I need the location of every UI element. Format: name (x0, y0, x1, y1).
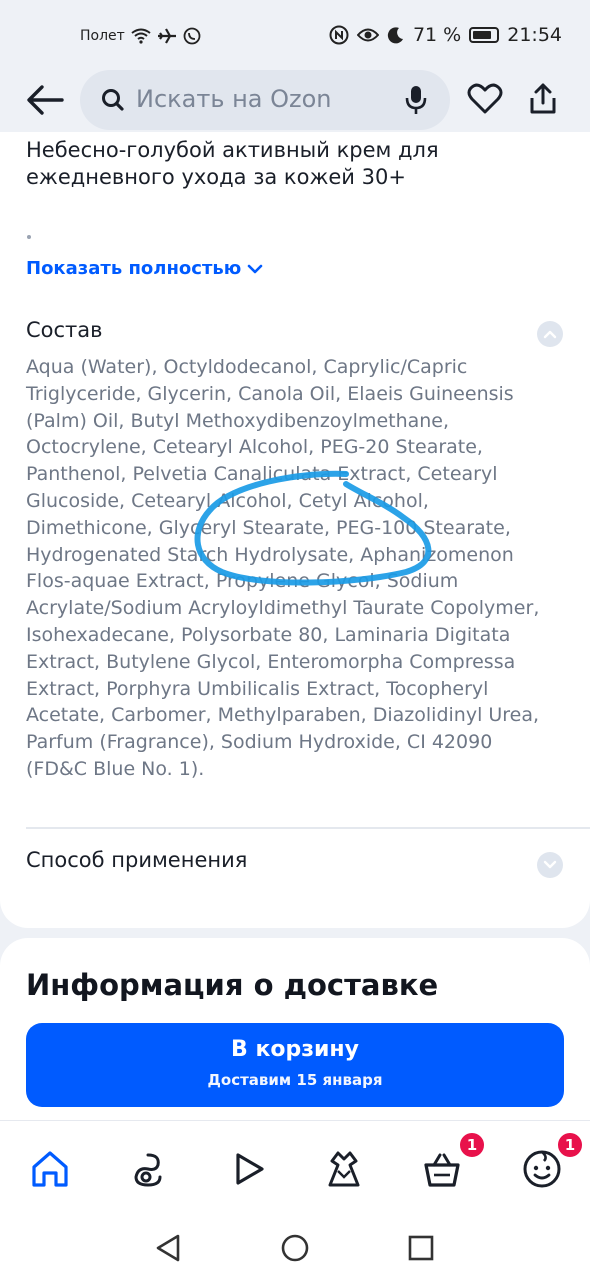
add-to-cart-label: В корзину (231, 1037, 359, 1062)
show-more-label: Показать полностью (26, 258, 242, 279)
cart-icon (424, 1153, 460, 1187)
eye-icon (356, 28, 379, 42)
composition-title: Состав (26, 318, 103, 342)
profile-face-icon (523, 1150, 561, 1188)
system-back-icon[interactable] (154, 1233, 182, 1263)
status-right: 71 % 21:54 (329, 24, 562, 46)
airplane-icon (157, 28, 176, 44)
system-navigation-bar (0, 1215, 590, 1280)
add-to-cart-button[interactable]: В корзину Доставим 15 января (26, 1023, 564, 1107)
system-home-icon[interactable] (280, 1233, 310, 1263)
chevron-down-icon (543, 860, 557, 869)
cart-nav-item[interactable]: 1 (420, 1131, 486, 1191)
system-recents-icon[interactable] (407, 1233, 435, 1263)
collapse-composition-button[interactable] (537, 321, 563, 347)
top-app-bar: Искать на Ozon (0, 68, 590, 132)
composition-text: Aqua (Water), Octyldodecanol, Caprylic/C… (26, 356, 540, 780)
back-arrow-icon[interactable] (24, 80, 68, 120)
microphone-icon[interactable] (404, 84, 428, 116)
battery-icon (469, 27, 500, 43)
section-divider (26, 827, 590, 829)
fashion-dress-icon[interactable] (322, 1147, 366, 1191)
profile-badge: 1 (556, 1131, 584, 1159)
delivery-card: Информация о доставке В корзину Доставим… (0, 938, 590, 1138)
status-bar: Полет 71 % 21:54 (0, 0, 590, 72)
expand-usage-button[interactable] (537, 852, 563, 878)
nfc-icon (329, 25, 349, 45)
heart-icon[interactable] (467, 82, 503, 116)
search-bar[interactable]: Искать на Ozon (80, 70, 450, 130)
chevron-down-icon (247, 264, 263, 273)
profile-nav-item[interactable]: 1 (520, 1131, 584, 1191)
description-dot (27, 235, 31, 239)
search-icon (102, 89, 124, 111)
chevron-up-icon (543, 330, 557, 339)
search-placeholder: Искать на Ozon (136, 85, 332, 113)
whatsapp-icon (183, 27, 201, 45)
home-icon[interactable] (28, 1147, 72, 1191)
bottom-navigation: 1 1 (0, 1120, 590, 1216)
share-icon[interactable] (527, 82, 559, 116)
video-play-icon[interactable] (226, 1147, 270, 1191)
battery-percent: 71 % (412, 24, 462, 46)
cart-badge: 1 (458, 1131, 486, 1159)
usage-title: Способ применения (26, 848, 248, 872)
show-more-link[interactable]: Показать полностью (26, 258, 263, 279)
description-title: Небесно-голубой активный крем для ежедне… (26, 138, 439, 189)
delivery-title: Информация о доставке (26, 968, 439, 1002)
fresh-icon[interactable] (126, 1147, 170, 1191)
status-left: Полет (80, 27, 201, 45)
clock: 21:54 (507, 24, 562, 46)
wifi-icon (131, 28, 151, 44)
moon-icon (387, 27, 403, 44)
delivery-date-label: Доставим 15 января (207, 1071, 383, 1089)
product-details-card: Небесно-голубой активный крем для ежедне… (0, 132, 590, 928)
airplane-mode-label: Полет (80, 28, 125, 44)
